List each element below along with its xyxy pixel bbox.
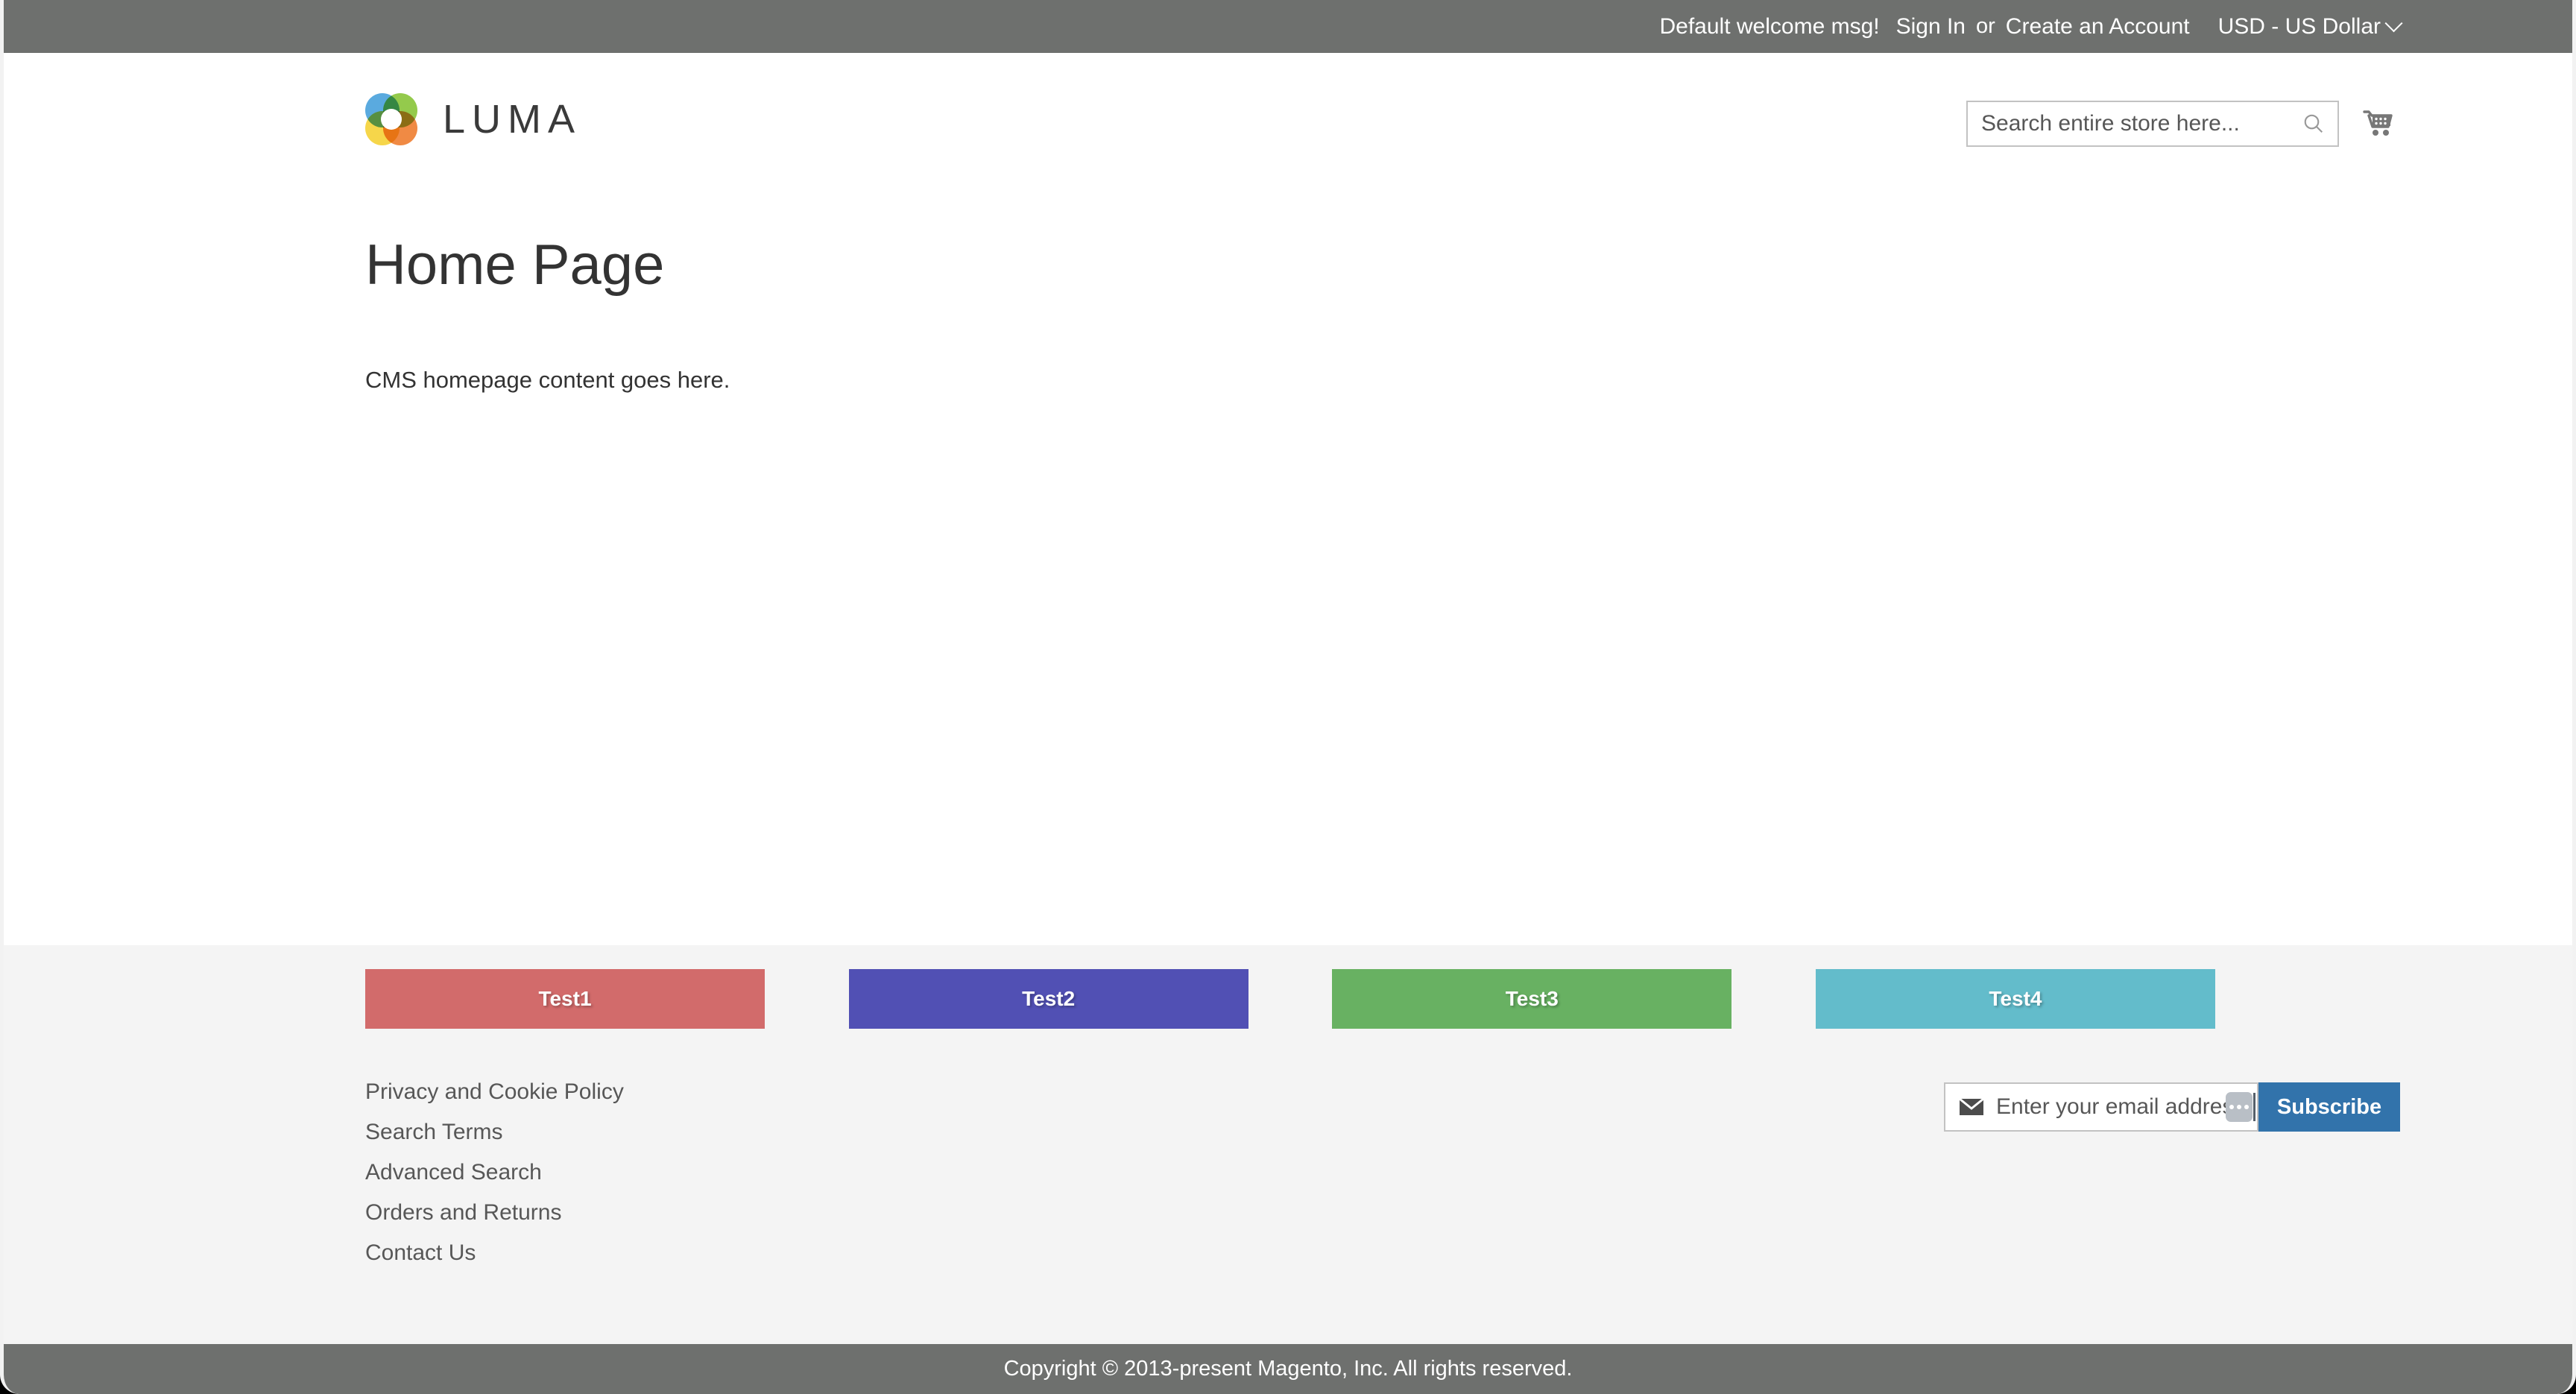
newsletter-email-input[interactable] <box>1996 1084 2257 1130</box>
subscribe-button[interactable]: Subscribe <box>2258 1082 2400 1132</box>
page-footer: Test1 Test2 Test3 Test4 Privacy and Cook… <box>4 945 2572 1344</box>
copyright-bar: Copyright © 2013-present Magento, Inc. A… <box>4 1344 2572 1394</box>
newsletter-form: Subscribe <box>1944 1082 2400 1132</box>
browser-window: Default welcome msg! Sign In or Create a… <box>0 0 2576 1394</box>
currency-switcher-label: USD - US Dollar <box>2217 13 2381 39</box>
search-form <box>1966 101 2339 147</box>
sign-in-link[interactable]: Sign In <box>1896 15 1966 38</box>
promo-blocks: Test1 Test2 Test3 Test4 <box>365 969 2215 1029</box>
envelope-icon <box>1959 1097 1984 1117</box>
search-button[interactable] <box>2297 107 2330 140</box>
page-title: Home Page <box>365 233 665 297</box>
newsletter-field <box>1944 1082 2258 1132</box>
logo-link[interactable]: LUMA <box>365 93 581 145</box>
footer-link-contact-us[interactable]: Contact Us <box>365 1240 476 1265</box>
cart-link[interactable] <box>2355 101 2400 146</box>
promo-block-label: Test3 <box>1505 987 1559 1010</box>
welcome-message: Default welcome msg! <box>1659 13 1880 39</box>
autofill-indicator-icon[interactable] <box>2226 1092 2253 1122</box>
promo-block-label: Test4 <box>1989 987 2042 1010</box>
footer-link-search-terms[interactable]: Search Terms <box>365 1120 503 1144</box>
chevron-down-icon <box>2384 14 2403 33</box>
promo-block-1[interactable]: Test1 <box>365 969 765 1029</box>
page-root: Default welcome msg! Sign In or Create a… <box>4 0 2572 1394</box>
search-icon <box>2304 114 2323 133</box>
footer-links: Privacy and Cookie Policy Search Terms A… <box>365 1081 624 1282</box>
header-actions <box>1966 101 2400 147</box>
or-separator: or <box>1976 14 1995 38</box>
promo-block-label: Test2 <box>1022 987 1076 1010</box>
promo-block-2[interactable]: Test2 <box>848 969 1248 1029</box>
footer-link-privacy-policy[interactable]: Privacy and Cookie Policy <box>365 1079 624 1104</box>
cms-body-text: CMS homepage content goes here. <box>365 367 730 393</box>
footer-link-item: Orders and Returns <box>365 1202 624 1224</box>
top-panel: Default welcome msg! Sign In or Create a… <box>4 0 2572 53</box>
site-header: LUMA <box>4 53 2572 174</box>
promo-block-4[interactable]: Test4 <box>1815 969 2215 1029</box>
footer-link-item: Advanced Search <box>365 1161 624 1184</box>
currency-switcher[interactable]: USD - US Dollar <box>2217 13 2403 39</box>
footer-link-advanced-search[interactable]: Advanced Search <box>365 1160 542 1185</box>
footer-link-item: Privacy and Cookie Policy <box>365 1081 624 1103</box>
logo-wordmark: LUMA <box>443 97 582 142</box>
shopping-cart-icon <box>2363 110 2393 136</box>
luma-logo-icon <box>365 93 417 145</box>
promo-block-3[interactable]: Test3 <box>1332 969 1732 1029</box>
promo-block-label: Test1 <box>538 987 592 1010</box>
footer-link-item: Search Terms <box>365 1121 624 1144</box>
copyright-text: Copyright © 2013-present Magento, Inc. A… <box>1003 1357 1573 1381</box>
search-input[interactable] <box>1968 102 2337 145</box>
create-account-link[interactable]: Create an Account <box>2006 15 2190 38</box>
footer-link-item: Contact Us <box>365 1242 624 1264</box>
footer-link-orders-and-returns[interactable]: Orders and Returns <box>365 1200 561 1225</box>
text-caret <box>2253 1093 2255 1121</box>
